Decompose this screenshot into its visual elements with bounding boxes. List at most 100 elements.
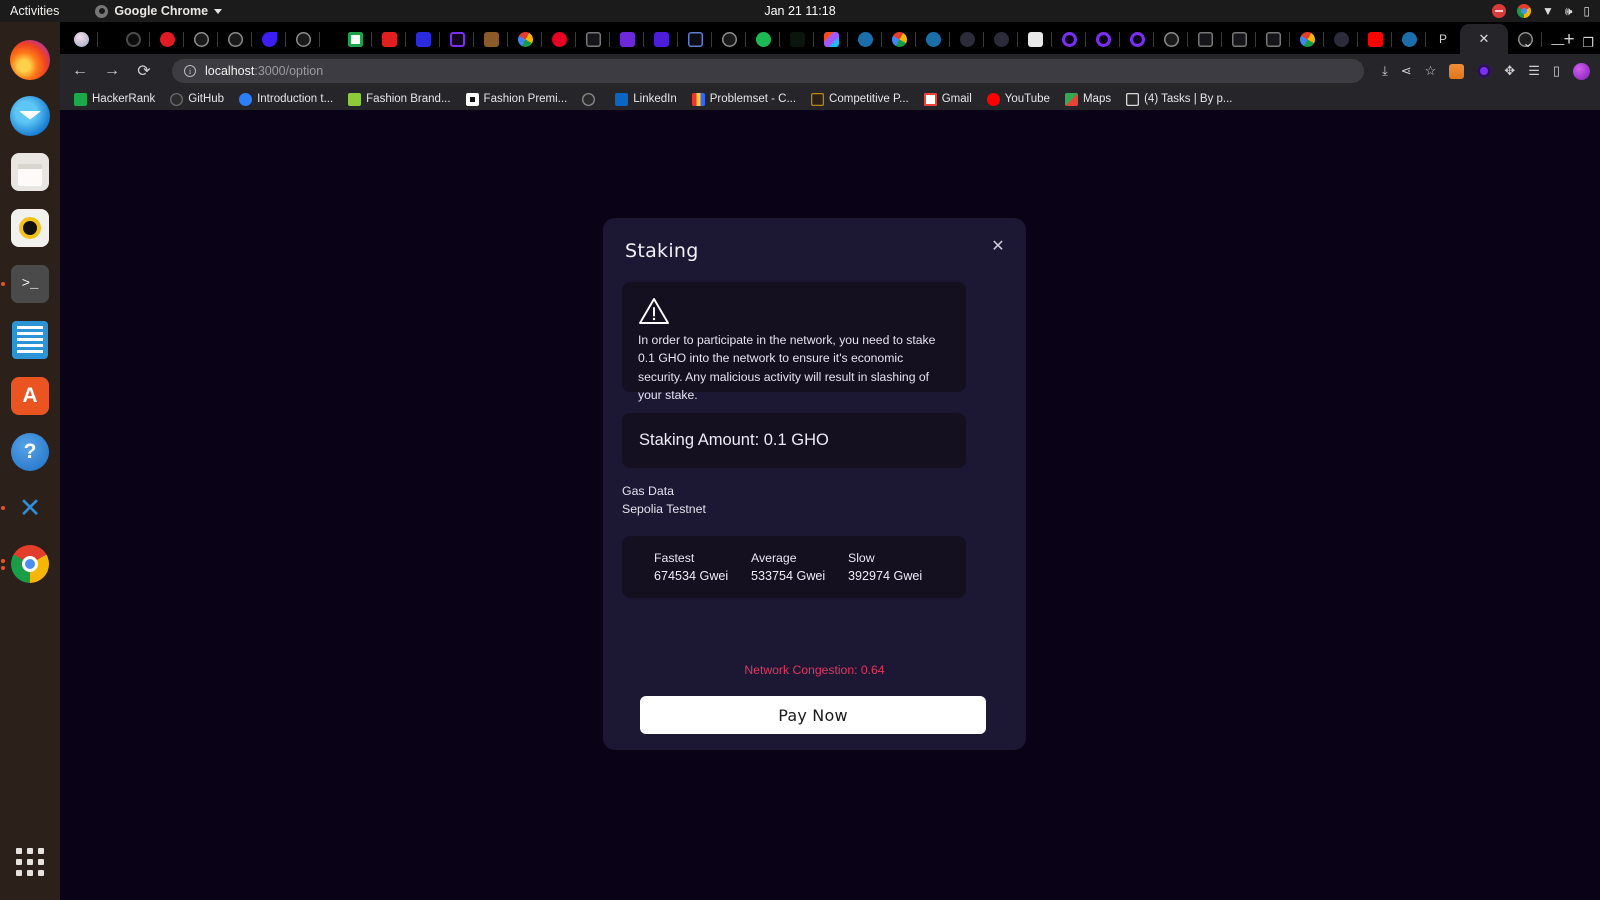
dock-item-libreoffice-writer[interactable] xyxy=(8,318,52,362)
tab[interactable] xyxy=(848,24,882,54)
tab[interactable] xyxy=(678,24,712,54)
share-icon[interactable]: ⋖ xyxy=(1401,63,1412,79)
bookmark-label: HackerRank xyxy=(92,93,156,105)
bookmark-github-2[interactable] xyxy=(576,91,606,108)
reload-button[interactable]: ⟳ xyxy=(134,61,154,81)
show-applications-button[interactable] xyxy=(12,844,48,880)
profile-avatar-icon[interactable] xyxy=(1573,62,1590,80)
tab[interactable] xyxy=(610,24,644,54)
tab[interactable] xyxy=(1222,24,1256,54)
wallet-extension-icon[interactable] xyxy=(1477,64,1492,78)
tab[interactable] xyxy=(286,24,320,54)
tab[interactable] xyxy=(712,24,746,54)
site-info-icon[interactable]: i xyxy=(184,65,196,77)
tab-active[interactable]: ✕ xyxy=(1460,24,1508,54)
tab[interactable] xyxy=(1290,24,1324,54)
dock-item-files[interactable] xyxy=(8,150,52,194)
bookmark-problemset[interactable]: Problemset - C... xyxy=(686,91,802,108)
dock-item-thunderbird[interactable] xyxy=(8,94,52,138)
bookmark-fashion-premium[interactable]: Fashion Premi... xyxy=(460,91,574,108)
battery-icon[interactable]: ▯ xyxy=(1583,5,1590,17)
tab[interactable] xyxy=(218,24,252,54)
tab[interactable] xyxy=(780,24,814,54)
tab[interactable] xyxy=(1154,24,1188,54)
f-icon xyxy=(415,31,431,47)
tab[interactable] xyxy=(576,24,610,54)
tab[interactable] xyxy=(1324,24,1358,54)
tab[interactable] xyxy=(338,24,372,54)
bookmark-gmail[interactable]: Gmail xyxy=(918,91,978,108)
wifi-icon[interactable]: ▼ xyxy=(1542,5,1554,17)
bookmark-github[interactable]: GitHub xyxy=(164,91,230,108)
tab[interactable]: P xyxy=(1426,24,1460,54)
bookmark-fashion-brand[interactable]: Fashion Brand... xyxy=(342,91,456,108)
dock-item-terminal[interactable]: >_ xyxy=(1,262,52,306)
forward-button[interactable]: → xyxy=(102,62,122,80)
tab[interactable] xyxy=(440,24,474,54)
dock-item-ubuntu-software[interactable]: A xyxy=(8,374,52,418)
minimize-button[interactable]: — xyxy=(1551,36,1564,51)
tab[interactable] xyxy=(746,24,780,54)
tab[interactable] xyxy=(814,24,848,54)
bookmark-maps[interactable]: Maps xyxy=(1059,91,1117,108)
bookmark-star-icon[interactable]: ☆ xyxy=(1425,63,1437,79)
activities-button[interactable]: Activities xyxy=(10,4,59,18)
back-button[interactable]: ← xyxy=(70,62,90,80)
tab[interactable] xyxy=(1018,24,1052,54)
bookmark-youtube[interactable]: YouTube xyxy=(981,91,1056,108)
install-app-icon[interactable]: ⤓ xyxy=(1382,63,1388,79)
chrome-tray-icon[interactable] xyxy=(1516,4,1531,18)
metamask-extension-icon[interactable] xyxy=(1449,63,1465,79)
tab-strip[interactable]: P ✕ + ⌄ — ❐ xyxy=(60,22,1600,54)
dock-item-vscode[interactable]: ✕ xyxy=(1,486,52,530)
tab[interactable] xyxy=(1358,24,1392,54)
tab[interactable] xyxy=(916,24,950,54)
dock-item-chrome[interactable] xyxy=(1,542,52,586)
close-icon[interactable]: ✕ xyxy=(1479,31,1490,47)
clock[interactable]: Jan 21 11:18 xyxy=(764,4,835,18)
volume-muted-icon[interactable]: 🕪 xyxy=(1565,5,1573,17)
tab[interactable] xyxy=(508,24,542,54)
bookmark-competitive[interactable]: Competitive P... xyxy=(805,91,915,108)
tab[interactable] xyxy=(116,24,150,54)
tab[interactable] xyxy=(882,24,916,54)
tab[interactable] xyxy=(542,24,576,54)
tab[interactable] xyxy=(474,24,508,54)
tab[interactable] xyxy=(406,24,440,54)
tab[interactable] xyxy=(64,24,98,54)
address-bar[interactable]: i localhost:3000/option xyxy=(172,59,1364,83)
tab[interactable] xyxy=(252,24,286,54)
bookmark-hackerrank[interactable]: HackerRank xyxy=(68,91,161,108)
tab[interactable] xyxy=(1188,24,1222,54)
extensions-puzzle-icon[interactable]: ✥ xyxy=(1504,63,1515,79)
tab-search-icon[interactable]: ⌄ xyxy=(1522,35,1533,51)
screen-record-icon[interactable] xyxy=(1491,4,1506,18)
tab[interactable] xyxy=(150,24,184,54)
vscode-icon: ✕ xyxy=(18,492,42,523)
bookmark-linkedin[interactable]: LinkedIn xyxy=(609,91,682,108)
active-app-menu[interactable]: Google Chrome xyxy=(95,4,223,18)
system-tray[interactable]: ▼ 🕪 ▯ xyxy=(1491,4,1590,18)
tab[interactable] xyxy=(984,24,1018,54)
p-icon: P xyxy=(1438,32,1447,46)
tab[interactable] xyxy=(1120,24,1154,54)
pay-now-button[interactable]: Pay Now xyxy=(640,696,986,734)
reading-list-icon[interactable]: ☰ xyxy=(1528,63,1540,79)
tab[interactable] xyxy=(644,24,678,54)
dock-item-help[interactable]: ? xyxy=(8,430,52,474)
tab[interactable] xyxy=(1256,24,1290,54)
tab[interactable] xyxy=(950,24,984,54)
bookmark-introduction[interactable]: Introduction t... xyxy=(233,91,339,108)
window-controls[interactable]: ⌄ — ❐ xyxy=(1522,35,1594,51)
tab[interactable] xyxy=(1392,24,1426,54)
side-panel-icon[interactable]: ▯ xyxy=(1553,63,1560,79)
dock-item-rhythmbox[interactable] xyxy=(8,206,52,250)
tab[interactable] xyxy=(184,24,218,54)
tab[interactable] xyxy=(1086,24,1120,54)
close-icon[interactable]: ✕ xyxy=(988,236,1008,256)
tab[interactable] xyxy=(372,24,406,54)
dock-item-firefox[interactable] xyxy=(8,38,52,82)
tab[interactable] xyxy=(1052,24,1086,54)
bookmark-tasks[interactable]: (4) Tasks | By p... xyxy=(1120,91,1238,108)
maximize-button[interactable]: ❐ xyxy=(1582,35,1594,51)
